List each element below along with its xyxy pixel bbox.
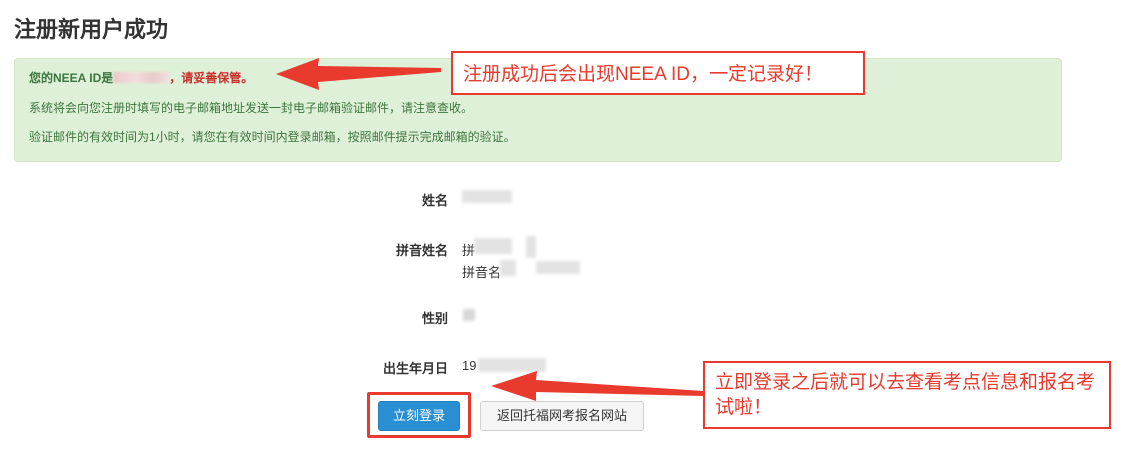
login-callout: 立即登录之后就可以去查看考点信息和报名考试啦！	[703, 361, 1111, 429]
arrow-to-login-button	[491, 371, 703, 401]
arrow-to-neea-id	[276, 58, 441, 90]
neea-id-callout: 注册成功后会出现NEEA ID，一定记录好！	[451, 51, 865, 95]
